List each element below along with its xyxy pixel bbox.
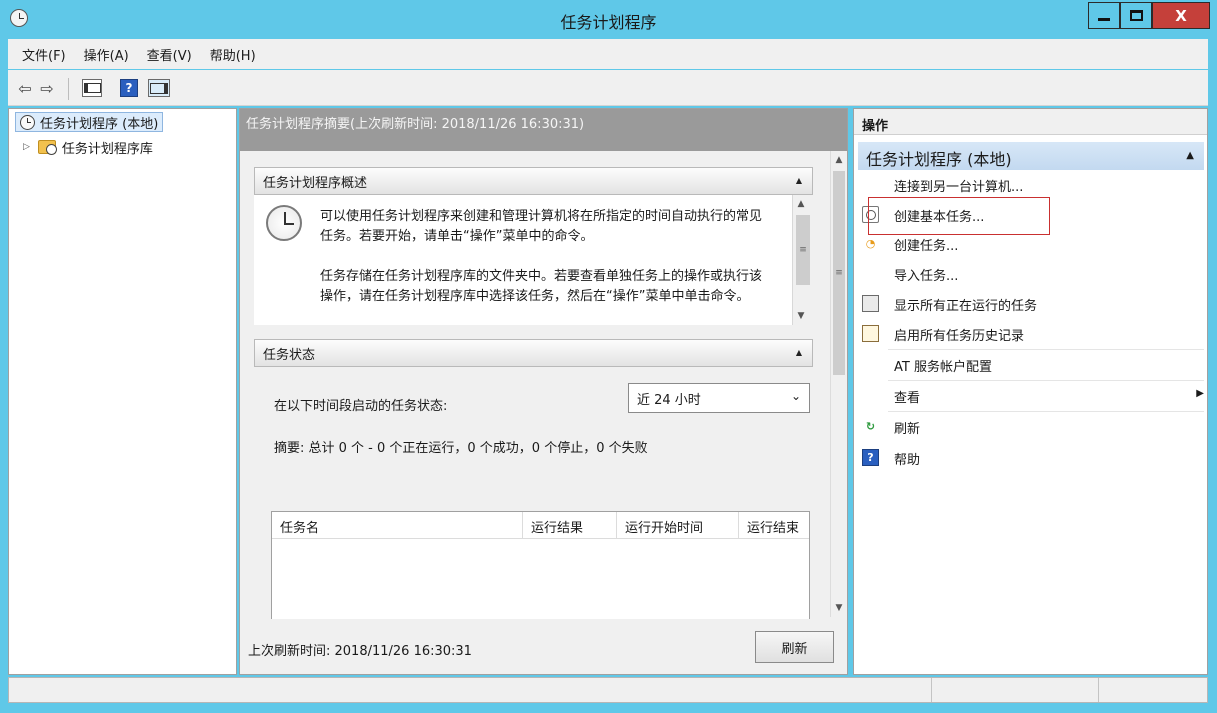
action-label: 连接到另一台计算机... [894, 180, 1024, 195]
last-refresh-time: 上次刷新时间: 2018/11/26 16:30:31 [248, 644, 472, 659]
submenu-arrow-icon: ▶ [1196, 388, 1204, 399]
overview-paragraph: 任务存储在任务计划程序库的文件夹中。若要查看单独任务上的操作或执行该操作，请在任… [320, 269, 763, 304]
running-tasks-icon [862, 295, 879, 312]
clock-icon [20, 115, 35, 130]
action-enable-history[interactable]: 启用所有任务历史记录 [862, 320, 1204, 348]
tree-item-label: 任务计划程序 (本地) [40, 116, 159, 132]
action-label: 启用所有任务历史记录 [894, 329, 1025, 344]
period-dropdown[interactable]: 近 24 小时 ⌄ [628, 383, 810, 413]
actions-group-header[interactable]: 任务计划程序 (本地) ▲ [858, 142, 1204, 170]
action-at-service-config[interactable]: AT 服务帐户配置 [862, 351, 1204, 379]
menu-action[interactable]: 操作(A) [84, 45, 129, 64]
action-refresh[interactable]: ↻ 刷新 [862, 413, 1204, 441]
menu-help[interactable]: 帮助(H) [210, 45, 256, 64]
chevron-down-icon: ⌄ [790, 389, 801, 403]
actions-pane: 操作 任务计划程序 (本地) ▲ 连接到另一台计算机... 创建基本任务... … [853, 108, 1208, 675]
overview-section-header[interactable]: 任务计划程序概述 ▲ [254, 167, 813, 195]
action-label: 创建任务... [894, 239, 959, 254]
scroll-up-icon[interactable]: ▲ [793, 196, 809, 212]
period-label: 在以下时间段启动的任务状态: [274, 399, 448, 414]
action-label: 刷新 [894, 422, 921, 437]
action-connect-computer[interactable]: 连接到另一台计算机... [862, 171, 1204, 199]
group-title: 任务计划程序 (本地) [866, 150, 1012, 169]
action-show-running-tasks[interactable]: 显示所有正在运行的任务 [862, 290, 1204, 318]
divider [888, 349, 1204, 350]
close-icon: X [1175, 6, 1187, 25]
title-bar: 任务计划程序 X [0, 0, 1217, 38]
center-footer: 上次刷新时间: 2018/11/26 16:30:31 刷新 [240, 619, 847, 674]
action-label: 查看 [894, 391, 921, 406]
action-label: 导入任务... [894, 269, 959, 284]
help-icon: ? [862, 449, 879, 466]
maximize-icon [1129, 10, 1143, 21]
folder-clock-icon [37, 140, 57, 155]
forward-arrow-icon[interactable]: ⇨ [38, 79, 56, 98]
minimize-button[interactable] [1088, 2, 1120, 29]
toolbar: ⇦ ⇨ ? [8, 70, 1208, 106]
divider [888, 411, 1204, 412]
task-status-section-header[interactable]: 任务状态 ▲ [254, 339, 813, 367]
scroll-down-icon[interactable]: ▼ [793, 308, 809, 324]
column-header-run-start[interactable]: 运行开始时间 [617, 512, 739, 539]
create-task-icon: ◔ [865, 237, 876, 250]
back-arrow-icon[interactable]: ⇦ [16, 79, 34, 98]
window-title: 任务计划程序 [560, 13, 657, 32]
maximize-button[interactable] [1120, 2, 1152, 29]
status-bar [8, 677, 1208, 703]
column-header-run-result[interactable]: 运行结果 [523, 512, 617, 539]
action-label: AT 服务帐户配置 [894, 360, 992, 375]
column-header-run-end[interactable]: 运行结束 [739, 512, 809, 539]
action-label: 帮助 [894, 453, 921, 468]
toolbar-separator [68, 78, 69, 100]
tree-item-task-scheduler-local[interactable]: 任务计划程序 (本地) [15, 112, 164, 132]
center-pane: 任务计划程序摘要(上次刷新时间: 2018/11/26 16:30:31) ▲ … [239, 108, 848, 675]
clock-icon [266, 205, 302, 241]
menu-view[interactable]: 查看(V) [147, 45, 192, 64]
show-hide-action-pane-icon[interactable] [148, 79, 170, 97]
task-table: 任务名 运行结果 运行开始时间 运行结束 [271, 511, 810, 621]
menu-file[interactable]: 文件(F) [22, 45, 66, 64]
scroll-thumb[interactable]: ≡ [796, 215, 810, 285]
status-bar-segment [931, 678, 1098, 702]
status-bar-segment [1098, 678, 1208, 702]
scroll-thumb[interactable]: ≡ [833, 171, 845, 375]
menu-bar: 文件(F) 操作(A) 查看(V) 帮助(H) [8, 39, 1208, 69]
divider [888, 380, 1204, 381]
overview-text: 可以使用任务计划程序来创建和管理计算机将在所指定的时间自动执行的常见任务。若要开… [320, 207, 770, 325]
action-view-menu[interactable]: 查看 ▶ [862, 382, 1204, 410]
collapse-icon[interactable]: ▲ [1186, 150, 1194, 161]
overview-section-body: 可以使用任务计划程序来创建和管理计算机将在所指定的时间自动执行的常见任务。若要开… [254, 195, 813, 325]
expand-arrow-icon[interactable]: ▷ [23, 142, 30, 152]
show-hide-console-tree-icon[interactable] [82, 79, 102, 97]
task-summary: 摘要: 总计 0 个 - 0 个正在运行，0 个成功，0 个停止，0 个失败 [274, 441, 648, 456]
close-button[interactable]: X [1152, 2, 1210, 29]
tree-item-label: 任务计划程序库 [61, 141, 153, 157]
action-import-task[interactable]: 导入任务... [862, 260, 1204, 288]
center-scrollbar[interactable]: ▲ ≡ ▼ [830, 151, 847, 617]
console-tree: 任务计划程序 (本地) ▷ 任务计划程序库 [8, 108, 237, 675]
help-icon[interactable]: ? [120, 79, 138, 97]
app-window: 任务计划程序 X 文件(F) 操作(A) 查看(V) 帮助(H) ⇦ ⇨ ? 任… [0, 0, 1217, 713]
period-value: 近 24 小时 [637, 393, 701, 408]
overview-scrollbar[interactable]: ▲ ≡ ▼ [792, 195, 813, 325]
refresh-button[interactable]: 刷新 [755, 631, 834, 663]
section-title: 任务状态 [263, 347, 316, 363]
tree-item-task-library[interactable]: ▷ 任务计划程序库 [23, 137, 153, 157]
action-label: 显示所有正在运行的任务 [894, 299, 1038, 314]
actions-title: 操作 [854, 109, 1207, 135]
highlight-annotation-box [868, 197, 1050, 235]
collapse-icon[interactable]: ▲ [796, 348, 802, 357]
scroll-down-icon[interactable]: ▼ [831, 600, 847, 616]
action-help[interactable]: ? 帮助 [862, 444, 1204, 472]
refresh-icon: ↻ [865, 420, 876, 433]
scroll-up-icon[interactable]: ▲ [831, 152, 847, 168]
summary-header: 任务计划程序摘要(上次刷新时间: 2018/11/26 16:30:31) [240, 109, 847, 151]
history-icon [862, 325, 879, 342]
section-title: 任务计划程序概述 [263, 175, 368, 191]
overview-paragraph: 可以使用任务计划程序来创建和管理计算机将在所指定的时间自动执行的常见任务。若要开… [320, 209, 763, 244]
collapse-icon[interactable]: ▲ [796, 176, 802, 185]
task-status-section-body: 在以下时间段启动的任务状态: 近 24 小时 ⌄ 摘要: 总计 0 个 - 0 … [254, 367, 813, 621]
minimize-icon [1098, 18, 1110, 21]
column-header-task-name[interactable]: 任务名 [272, 512, 523, 539]
